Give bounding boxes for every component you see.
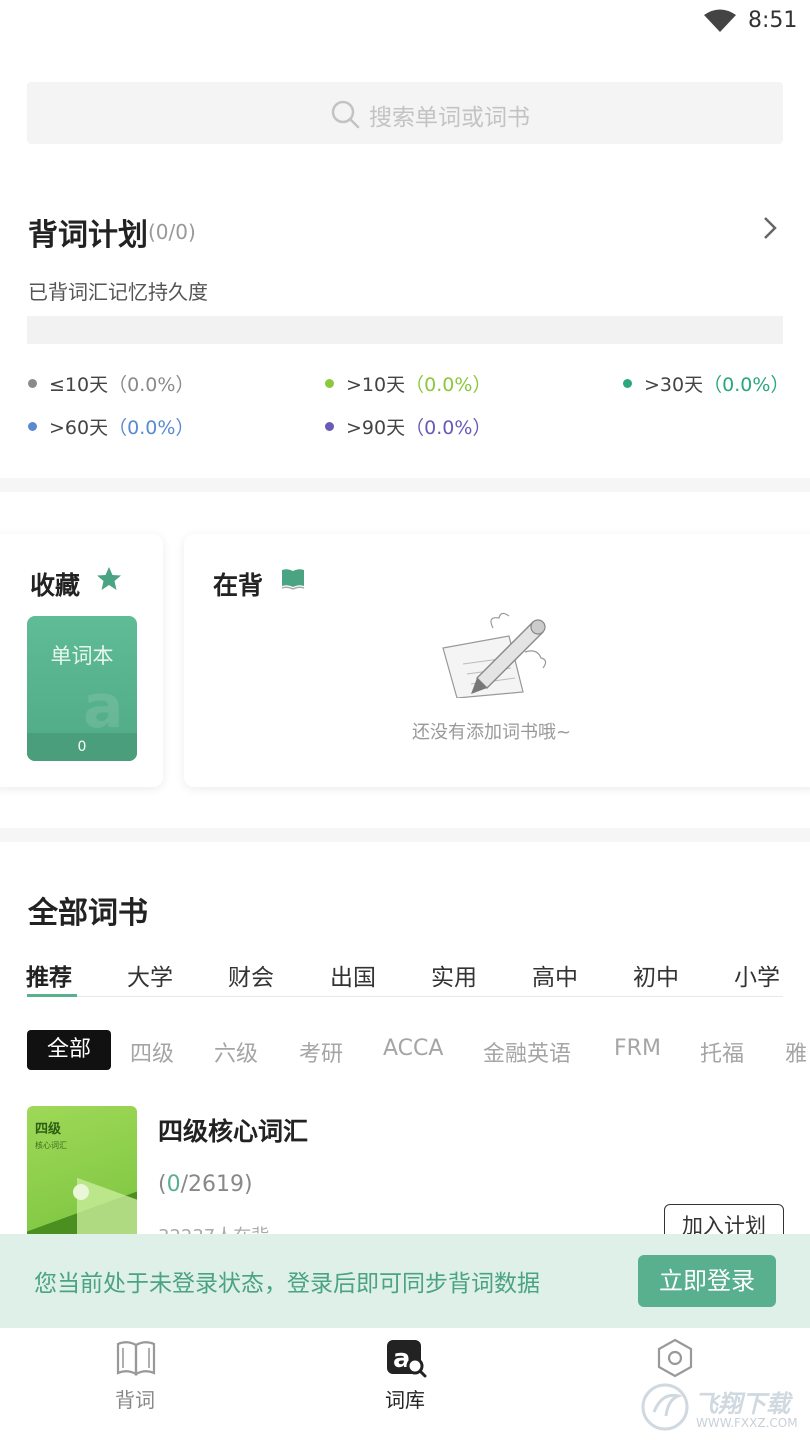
login-button[interactable]: 立即登录 xyxy=(638,1255,776,1307)
legend-dot xyxy=(28,422,37,431)
wordbook-label: 单词本 xyxy=(50,644,114,668)
book-cover[interactable]: 四级 核心词汇 xyxy=(27,1106,137,1246)
legend-dot xyxy=(28,379,37,388)
nav-label: 词库 xyxy=(385,1388,425,1412)
tab-university[interactable]: 大学 xyxy=(127,958,173,992)
chip-finance-english[interactable]: 金融英语 xyxy=(483,1036,571,1068)
tabs-divider xyxy=(27,996,783,997)
tab-recommended[interactable]: 推荐 xyxy=(26,958,72,992)
tab-middle-school[interactable]: 初中 xyxy=(633,958,679,992)
watermark-url: WWW.FXXZ.COM xyxy=(696,1416,798,1430)
section-divider xyxy=(0,828,810,842)
memory-progress-bar xyxy=(27,316,783,344)
chip-toefl[interactable]: 托福 xyxy=(700,1036,744,1068)
legend-item: >60天（0.0%） xyxy=(28,413,194,440)
cover-decoration xyxy=(73,1184,89,1200)
watermark-text: 飞翔下载 xyxy=(694,1390,790,1418)
legend-item: ≤10天（0.0%） xyxy=(28,370,194,397)
chip-postgrad[interactable]: 考研 xyxy=(299,1036,343,1068)
watermark-logo-icon xyxy=(641,1383,689,1431)
watermark: 飞翔下载 WWW.FXXZ.COM xyxy=(640,1380,806,1436)
wordbook-card[interactable]: 单词本 a 0 xyxy=(27,616,137,761)
chip-acca[interactable]: ACCA xyxy=(383,1036,443,1061)
chip-ielts[interactable]: 雅 xyxy=(785,1036,807,1068)
login-banner: 您当前处于未登录状态，登录后即可同步背词数据 立即登录 xyxy=(0,1234,810,1328)
legend-item: >30天（0.0%） xyxy=(623,370,789,397)
nav-label: 背词 xyxy=(115,1388,155,1412)
chip-all[interactable]: 全部 xyxy=(27,1030,111,1070)
chevron-right-icon[interactable] xyxy=(760,214,780,242)
chip-cet4[interactable]: 四级 xyxy=(130,1036,174,1068)
chip-cet6[interactable]: 六级 xyxy=(214,1036,258,1068)
tab-practical[interactable]: 实用 xyxy=(431,958,477,992)
nav-item-recite[interactable]: 背词 xyxy=(35,1328,235,1440)
login-message: 您当前处于未登录状态，登录后即可同步背词数据 xyxy=(34,1271,540,1297)
legend-dot xyxy=(325,422,334,431)
favorites-title: 收藏 xyxy=(30,571,81,600)
status-time: 8:51 xyxy=(748,8,798,33)
tab-finance[interactable]: 财会 xyxy=(228,958,274,992)
cover-subtitle: 核心词汇 xyxy=(35,1141,67,1150)
tab-high-school[interactable]: 高中 xyxy=(532,958,578,992)
empty-pencil-illustration xyxy=(442,612,547,698)
status-bar: 8:51 xyxy=(0,0,810,44)
plan-count: (0/0) xyxy=(148,220,196,244)
cover-title: 四级 xyxy=(35,1122,62,1137)
category-tabs: 推荐 大学 财会 出国 实用 高中 初中 小学 xyxy=(0,958,810,998)
tab-abroad[interactable]: 出国 xyxy=(330,958,376,992)
legend-dot xyxy=(325,379,334,388)
wifi-icon xyxy=(704,9,736,32)
legend-item: >90天（0.0%） xyxy=(325,413,491,440)
plan-subtitle: 已背词汇记忆持久度 xyxy=(28,280,208,304)
section-divider xyxy=(0,478,810,492)
word-search-icon: a xyxy=(387,1340,427,1378)
legend-item: >10天（0.0%） xyxy=(325,370,491,397)
active-tab-indicator xyxy=(27,994,77,997)
book-icon xyxy=(281,569,305,590)
book-open-icon xyxy=(116,1341,156,1376)
search-input[interactable]: 搜索单词或词书 xyxy=(27,82,783,144)
wordbook-count: 0 xyxy=(27,733,137,761)
chip-frm[interactable]: FRM xyxy=(614,1036,661,1061)
nav-item-library[interactable]: a 词库 xyxy=(305,1328,505,1440)
settings-hex-icon xyxy=(657,1338,693,1378)
search-icon xyxy=(331,100,360,129)
legend-dot xyxy=(623,379,632,388)
all-books-title: 全部词书 xyxy=(28,896,148,931)
learning-title: 在背 xyxy=(213,571,264,600)
empty-state-text: 还没有添加词书哦~ xyxy=(412,722,572,743)
book-name[interactable]: 四级核心词汇 xyxy=(158,1112,308,1148)
wordbook-letter-mark: a xyxy=(83,672,124,742)
book-progress: (0/2619) xyxy=(158,1172,253,1197)
tab-primary-school[interactable]: 小学 xyxy=(734,958,780,992)
search-placeholder: 搜索单词或词书 xyxy=(369,105,530,131)
plan-title[interactable]: 背词计划 xyxy=(28,210,148,254)
star-icon xyxy=(97,567,121,590)
